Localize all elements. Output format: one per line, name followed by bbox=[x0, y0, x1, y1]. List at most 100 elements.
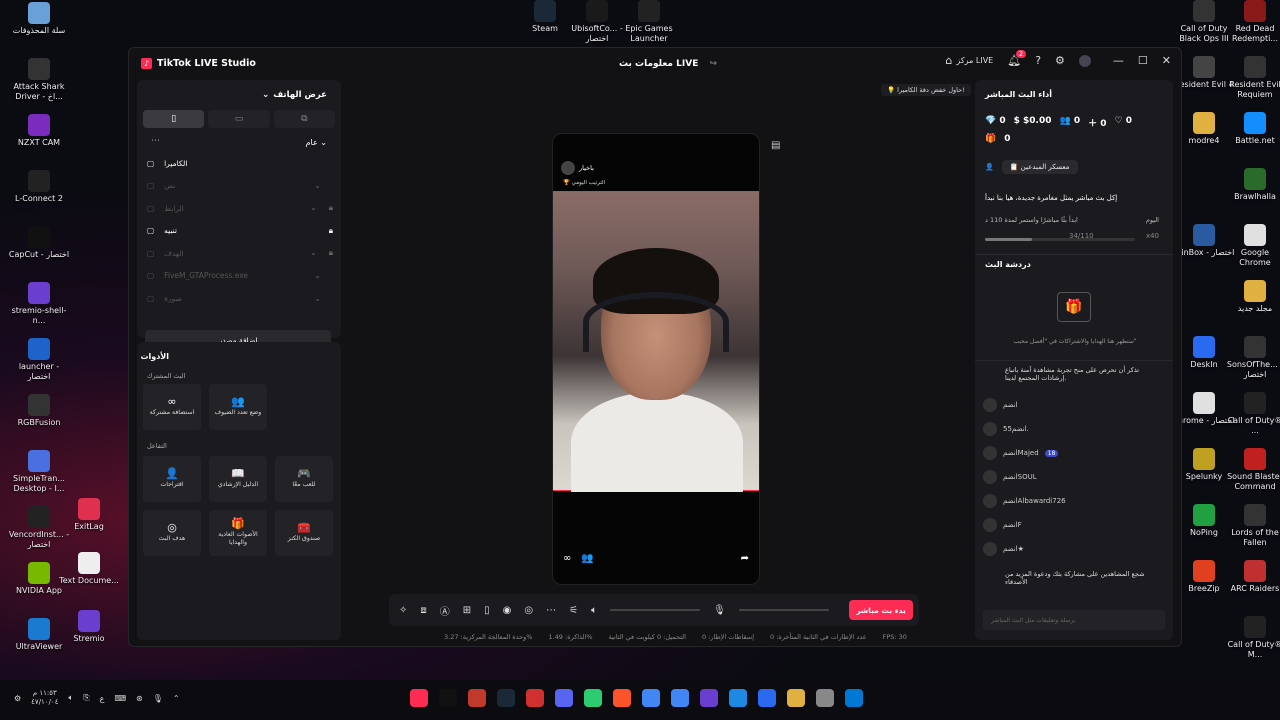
clock[interactable]: ١١:٥٣ م ٤٧/١٠/٠٤ bbox=[31, 689, 58, 707]
taskbar-app-icon[interactable] bbox=[526, 689, 544, 707]
taskbar-app-icon[interactable] bbox=[584, 689, 602, 707]
lock-icon[interactable]: 🔒︎ bbox=[329, 226, 333, 236]
volume-icon[interactable]: 🔈︎ bbox=[68, 693, 73, 703]
source-item[interactable]: ▢ نص ⌄ bbox=[147, 177, 333, 195]
desktop-icon[interactable]: Brawlhalla bbox=[1224, 168, 1280, 202]
visibility-icon[interactable]: ⌄ bbox=[314, 181, 321, 190]
desktop-icon[interactable]: Epic Games Launcher bbox=[618, 0, 680, 44]
tab-dual[interactable]: ⧉ bbox=[273, 110, 335, 128]
desktop-icon[interactable]: ExitLag bbox=[58, 498, 120, 532]
speaker-volume-slider[interactable] bbox=[610, 609, 701, 611]
help-button[interactable]: ? bbox=[1035, 54, 1041, 67]
guests-icon[interactable]: 👥 bbox=[581, 553, 593, 564]
taskbar-app-icon[interactable] bbox=[729, 689, 747, 707]
tool-button[interactable]: 📖 الدليل الإرشادي bbox=[209, 456, 267, 502]
live-preview[interactable]: باخيار 🏆 الترتيب اليومي ∞ 👥 ➦ bbox=[552, 133, 760, 585]
mic-icon[interactable]: 🎙︎ bbox=[153, 694, 163, 703]
notifications-button[interactable]: 🔔︎ 2 bbox=[1007, 50, 1027, 67]
desktop-icon[interactable]: سلة المحذوفات bbox=[8, 2, 70, 36]
visibility-icon[interactable]: ⌄ bbox=[314, 271, 321, 280]
taskbar-app-icon[interactable] bbox=[468, 689, 486, 707]
visibility-icon[interactable]: ⌄ bbox=[310, 203, 317, 213]
source-item[interactable]: ▢ تنبيه 🔒︎ bbox=[147, 222, 333, 240]
taskbar-app-icon[interactable] bbox=[845, 689, 863, 707]
desktop-icon[interactable]: SonsOfThe... - اختصار bbox=[1224, 336, 1280, 380]
chat-message[interactable]: انضم55. bbox=[983, 422, 1163, 436]
chat-message[interactable]: انضمMajed 18 bbox=[983, 446, 1163, 460]
settings-icon[interactable]: ⚙ bbox=[14, 694, 21, 703]
taskbar-app-icon[interactable] bbox=[787, 689, 805, 707]
tab-landscape[interactable]: ▭ bbox=[208, 110, 270, 128]
desktop-icon[interactable]: launcher - اختصار bbox=[8, 338, 70, 382]
taskbar-app-icon[interactable] bbox=[700, 689, 718, 707]
phone-icon[interactable]: ▯ bbox=[484, 605, 490, 616]
taskbar-app-icon[interactable] bbox=[555, 689, 573, 707]
desktop-icon[interactable]: ARC Raiders bbox=[1224, 560, 1280, 594]
desktop-icon[interactable]: Text Docume... bbox=[58, 552, 120, 586]
maximize-button[interactable]: ☐ bbox=[1138, 54, 1148, 67]
link-icon[interactable]: ∞ bbox=[563, 553, 571, 564]
add-media-icon[interactable]: ⊞ bbox=[463, 605, 471, 616]
source-item[interactable]: ▢ FiveM_GTAProcess.exe ⌄ bbox=[147, 267, 333, 285]
more-options-icon[interactable]: ⋯ bbox=[151, 136, 160, 146]
creator-camp-button[interactable]: 📋 معسكر المبدعين bbox=[1001, 160, 1078, 174]
language-icon[interactable]: ع bbox=[100, 694, 105, 703]
close-button[interactable]: ✕ bbox=[1162, 54, 1171, 67]
source-item[interactable]: ▢ الرابط ⌄ 🔒︎ bbox=[147, 199, 333, 217]
chat-message[interactable]: انضمAlbawardi726 bbox=[983, 494, 1163, 508]
taskbar-app-icon[interactable] bbox=[816, 689, 834, 707]
visibility-icon[interactable]: ⌄ bbox=[310, 248, 317, 258]
live-center-button[interactable]: ⌂ مركز LIVE bbox=[945, 54, 993, 67]
view-mode-dropdown[interactable]: ⌄ عرض الهاتف bbox=[262, 90, 327, 100]
microphone-icon[interactable]: 🎙︎ bbox=[713, 605, 726, 616]
desktop-icon[interactable]: NZXT CAM bbox=[8, 114, 70, 148]
tool-button[interactable]: 🎁 الأصوات العادية والهدايا bbox=[209, 510, 267, 556]
filter-icon[interactable]: ⧈ bbox=[420, 605, 426, 616]
more-icon[interactable]: ⋯ bbox=[546, 605, 556, 616]
desktop-icon[interactable]: Sound Blaster Command bbox=[1224, 448, 1280, 492]
visibility-icon[interactable]: ⌄ bbox=[314, 294, 321, 303]
tool-button[interactable]: ∞ استضافة مشتركة bbox=[143, 384, 201, 430]
chevron-up-icon[interactable]: ⌃ bbox=[173, 694, 180, 703]
live-info-title[interactable]: معلومات بث LIVE ↪ bbox=[619, 59, 717, 69]
desktop-icon[interactable]: CapCut - اختصار bbox=[8, 226, 70, 260]
chat-message[interactable]: انضمSOUL bbox=[983, 470, 1163, 484]
desktop-icon[interactable]: SimpleTran... Desktop - I... bbox=[8, 450, 70, 494]
desktop-icon[interactable]: RGBFusion bbox=[8, 394, 70, 428]
camera-feed[interactable] bbox=[553, 191, 759, 492]
profile-avatar[interactable] bbox=[1078, 54, 1091, 67]
speaker-icon[interactable]: 🔈︎ bbox=[591, 605, 597, 616]
chat-message[interactable]: انضم★ bbox=[983, 542, 1163, 556]
mixer-icon[interactable]: ⚟ bbox=[569, 605, 578, 616]
desktop-icon[interactable]: Red Dead Redempti... bbox=[1224, 0, 1280, 44]
network-icon[interactable]: ⎘ bbox=[83, 693, 89, 703]
desktop-icon[interactable]: مجلد جديد bbox=[1224, 280, 1280, 314]
camera-icon[interactable]: ◎ bbox=[524, 605, 533, 616]
desktop-icon[interactable]: Attack Shark Driver - اخ... bbox=[8, 58, 70, 102]
chat-message[interactable]: انضم bbox=[983, 398, 1163, 412]
tool-button[interactable]: 🎮 للعب معًا bbox=[275, 456, 333, 502]
desktop-icon[interactable]: Battle.net bbox=[1224, 112, 1280, 146]
app-tray-icon[interactable]: ⊛ bbox=[136, 694, 143, 703]
source-item[interactable]: ▢ الكاميرا bbox=[147, 154, 333, 172]
taskbar-app-icon[interactable] bbox=[642, 689, 660, 707]
desktop-icon[interactable]: L-Connect 2 bbox=[8, 170, 70, 204]
tool-button[interactable]: 👥 وضع تعدد الضيوف bbox=[209, 384, 267, 430]
taskbar-app-icon[interactable] bbox=[671, 689, 689, 707]
taskbar-app-icon[interactable] bbox=[497, 689, 515, 707]
tool-button[interactable]: 👤 اقتراحات bbox=[143, 456, 201, 502]
taskbar-app-icon[interactable] bbox=[613, 689, 631, 707]
settings-button[interactable]: ⚙ bbox=[1055, 54, 1065, 67]
tool-button[interactable]: 🧰 صندوق الكنز bbox=[275, 510, 333, 556]
desktop-icon[interactable]: Google Chrome bbox=[1224, 224, 1280, 268]
lock-icon[interactable]: 🔒︎ bbox=[329, 248, 333, 258]
taskbar-app-icon[interactable] bbox=[439, 689, 457, 707]
desktop-icon[interactable]: stremio-shell-n... bbox=[8, 282, 70, 326]
desktop-icon[interactable]: Call of Duty® M... bbox=[1224, 616, 1280, 660]
desktop-icon[interactable]: Lords of the Fallen bbox=[1224, 504, 1280, 548]
source-item[interactable]: ▢ الهدف ⌄ 🔒︎ bbox=[147, 244, 333, 262]
share-icon[interactable]: ↪ bbox=[710, 59, 718, 69]
desktop-icon[interactable]: Resident Evil Requiem bbox=[1224, 56, 1280, 100]
desktop-icon[interactable]: Stremio bbox=[58, 610, 120, 644]
minimize-button[interactable]: — bbox=[1113, 54, 1124, 67]
